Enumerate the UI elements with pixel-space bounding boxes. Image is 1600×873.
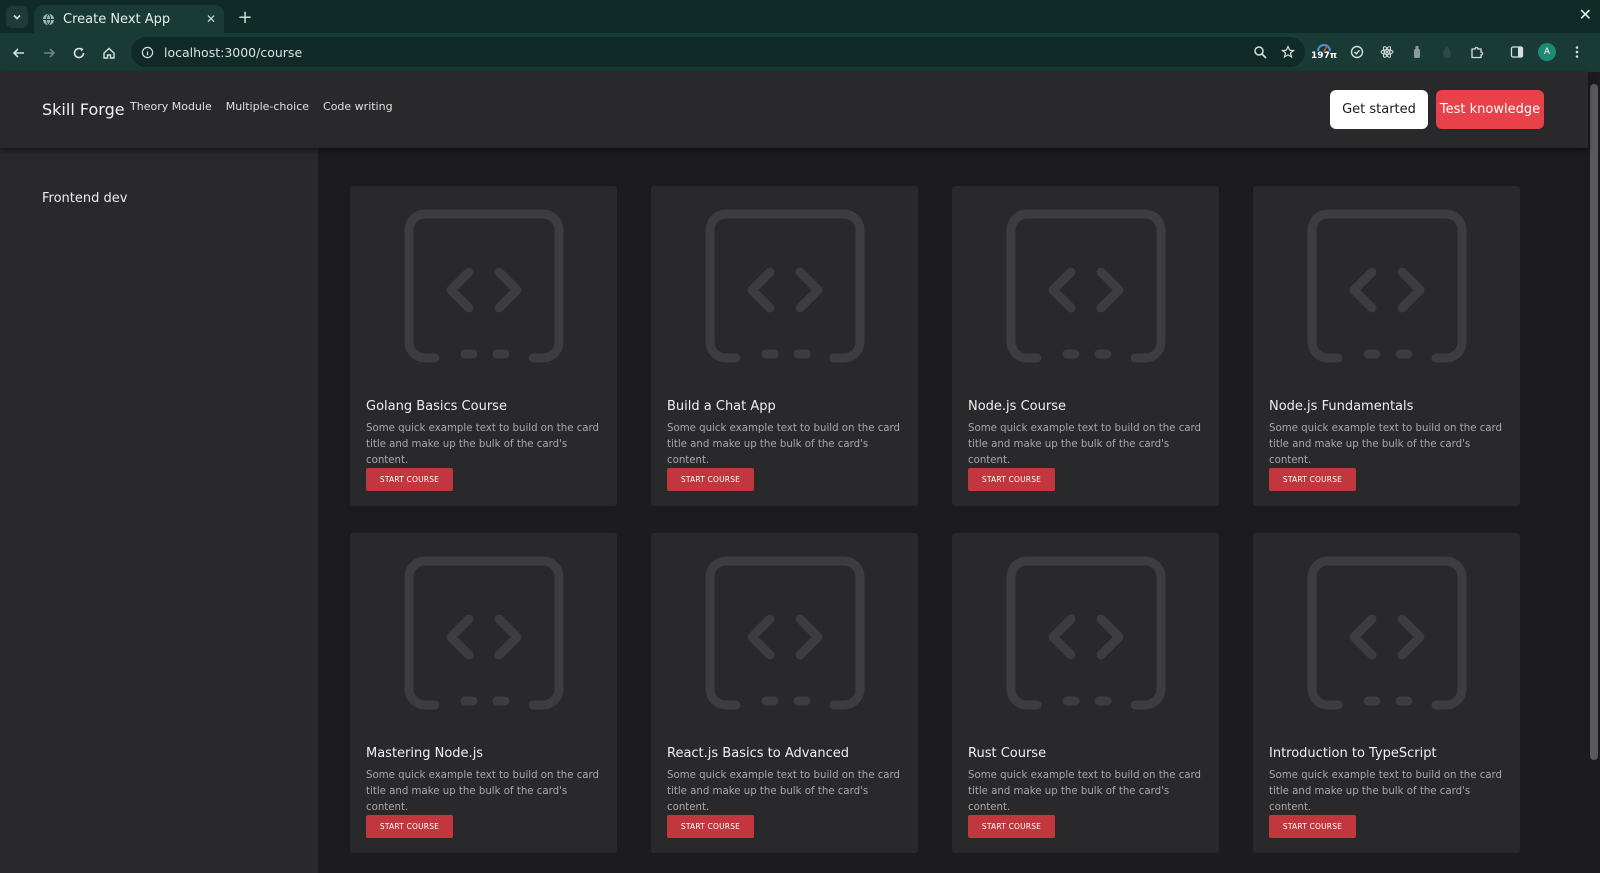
course-card: Rust Course Some quick example text to b… [952,533,1219,853]
course-card: Golang Basics Course Some quick example … [350,186,617,506]
code-placeholder-icon [1006,556,1166,710]
reload-icon [73,47,85,58]
course-card: Build a Chat App Some quick example text… [651,186,918,506]
code-placeholder-icon [404,209,564,363]
new-tab-button[interactable]: + [234,6,256,28]
home-button[interactable] [94,38,124,68]
chevron-down-icon [13,14,21,20]
site-info-icon[interactable] [141,46,154,59]
card-text: Some quick example text to build on the … [667,423,901,466]
course-card: React.js Basics to Advanced Some quick e… [651,533,918,853]
nav-link-code-writing[interactable]: Code writing [323,100,393,113]
window-close-icon[interactable]: ✕ [1579,5,1592,24]
forward-button[interactable] [34,38,64,68]
bottle-extension-icon[interactable] [1408,43,1426,61]
card-text: Some quick example text to build on the … [1269,770,1503,813]
code-placeholder-icon [705,556,865,710]
page-viewport: Skill Forge Theory Module Multiple-choic… [0,72,1588,873]
card-title: Introduction to TypeScript [1269,746,1437,761]
profile-avatar[interactable]: A [1538,43,1556,61]
extension-badge: 197π [1311,51,1337,61]
start-course-button[interactable]: START COURSE [667,815,754,838]
start-course-button[interactable]: START COURSE [1269,468,1356,491]
card-text: Some quick example text to build on the … [1269,423,1503,466]
start-course-button[interactable]: START COURSE [366,468,453,491]
browser-toolbar: localhost:3000/course 197π A [0,33,1600,72]
nav-link-multiple-choice[interactable]: Multiple-choice [226,100,309,113]
globe-icon [42,13,55,25]
code-placeholder-icon [1307,209,1467,363]
page-scrollbar[interactable] [1588,72,1600,873]
card-title: Golang Basics Course [366,399,507,414]
check-circle-extension-icon[interactable] [1348,43,1366,61]
nav-link-theory-module[interactable]: Theory Module [130,100,212,113]
sidebar-item-frontend-dev[interactable]: Frontend dev [42,191,127,206]
back-button[interactable] [4,38,34,68]
card-title: Node.js Course [968,399,1066,414]
extensions-area: 197π A [1311,39,1586,65]
start-course-button[interactable]: START COURSE [968,468,1055,491]
start-course-button[interactable]: START COURSE [1269,815,1356,838]
tab-close-icon[interactable]: ✕ [206,12,216,26]
extension-197-icon[interactable]: 197π [1311,43,1337,61]
zoom-icon[interactable] [1253,45,1267,59]
card-title: Node.js Fundamentals [1269,399,1414,414]
brand-logo[interactable]: Skill Forge [42,100,125,119]
card-text: Some quick example text to build on the … [667,770,901,813]
side-panel-icon[interactable] [1508,43,1526,61]
course-grid: Golang Basics Course Some quick example … [350,186,1520,853]
course-card: Mastering Node.js Some quick example tex… [350,533,617,853]
drop-extension-icon[interactable] [1438,43,1456,61]
extensions-puzzle-icon[interactable] [1468,43,1486,61]
browser-tabstrip: Create Next App ✕ + ✕ [0,0,1600,33]
home-icon [103,47,115,59]
get-started-button[interactable]: Get started [1330,90,1428,129]
test-knowledge-button[interactable]: Test knowledge [1436,90,1544,129]
code-placeholder-icon [404,556,564,710]
address-bar[interactable]: localhost:3000/course [131,37,1305,67]
nav-links: Theory Module Multiple-choice Code writi… [130,100,393,113]
card-text: Some quick example text to build on the … [366,770,600,813]
code-placeholder-icon [1307,556,1467,710]
start-course-button[interactable]: START COURSE [667,468,754,491]
tab-title: Create Next App [63,11,171,27]
kebab-menu-icon[interactable] [1568,43,1586,61]
card-text: Some quick example text to build on the … [968,423,1202,466]
card-text: Some quick example text to build on the … [366,423,600,466]
tab-search-button[interactable] [6,6,28,28]
card-title: React.js Basics to Advanced [667,746,850,761]
course-card: Node.js Course Some quick example text t… [952,186,1219,506]
start-course-button[interactable]: START COURSE [366,815,453,838]
react-devtools-icon[interactable] [1378,43,1396,61]
code-placeholder-icon [1006,209,1166,363]
code-placeholder-icon [705,209,865,363]
profile-initial: A [1543,47,1551,57]
bookmark-star-icon[interactable] [1281,45,1295,59]
card-text: Some quick example text to build on the … [968,770,1202,813]
arrow-left-icon [12,47,24,58]
course-card: Node.js Fundamentals Some quick example … [1253,186,1520,506]
app-navbar: Skill Forge Theory Module Multiple-choic… [0,72,1588,148]
card-title: Mastering Node.js [366,746,484,761]
arrow-right-icon [44,47,56,58]
browser-tab[interactable]: Create Next App ✕ [34,5,224,33]
sidebar: Frontend dev [0,146,318,873]
start-course-button[interactable]: START COURSE [968,815,1055,838]
course-card: Introduction to TypeScript Some quick ex… [1253,533,1520,853]
card-title: Build a Chat App [667,399,776,414]
reload-button[interactable] [64,38,94,68]
card-title: Rust Course [968,746,1047,761]
url-text: localhost:3000/course [164,44,303,60]
scrollbar-thumb[interactable] [1590,84,1598,760]
